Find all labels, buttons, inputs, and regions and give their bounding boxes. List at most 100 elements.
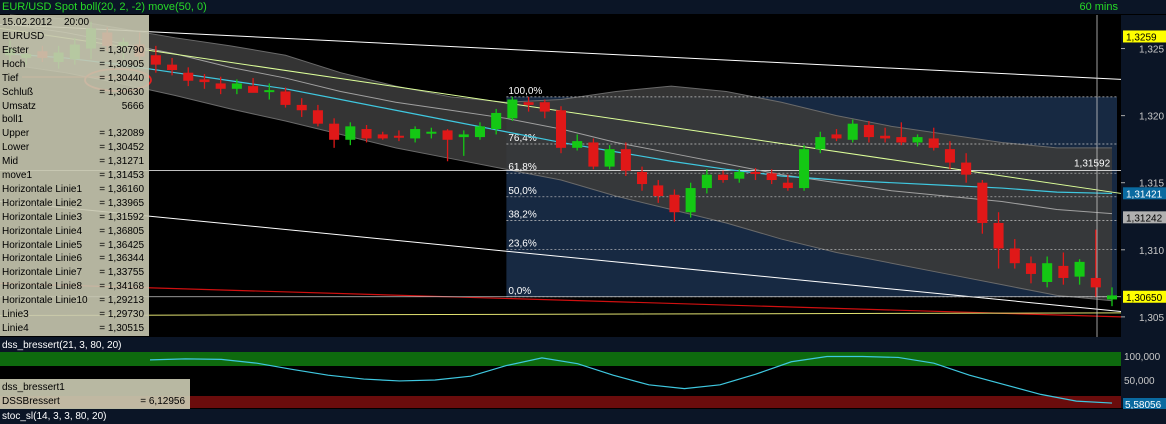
candle-body — [782, 182, 793, 189]
info-row-value: = 1,36160 — [99, 183, 144, 195]
candle-body — [231, 83, 242, 89]
info-row-label: Linie4 — [2, 322, 29, 334]
info-row: Linie4 = 1,30515 — [2, 322, 147, 335]
info-row: EURUSD — [2, 30, 147, 43]
info-date: 15.02.2012 — [2, 17, 53, 28]
dss-axis-label: 50,000 — [1124, 376, 1155, 387]
candle-body — [734, 171, 745, 179]
y-axis-tick-label: 1,325 — [1139, 45, 1164, 56]
info-row-value: = 1,33755 — [99, 267, 144, 279]
candle-body — [620, 149, 631, 171]
info-row-value: = 1,30905 — [99, 58, 144, 70]
candle-body — [150, 55, 161, 65]
candle-body — [1106, 295, 1118, 300]
candle-body — [410, 129, 421, 139]
candle-body — [442, 130, 453, 140]
fibonacci-level-label: 61,8% — [508, 162, 536, 173]
info-row: Horizontale Linie6 = 1,36344 — [2, 252, 147, 265]
candle-body — [199, 79, 210, 83]
info-row-label: Horizontale Linie6 — [2, 253, 83, 265]
candle-body — [377, 134, 388, 139]
info-row-label: Linie3 — [2, 309, 29, 320]
dss-box-label: DSSBressert — [2, 396, 60, 407]
candle-body — [523, 102, 534, 105]
candle-body — [280, 91, 291, 105]
candle-body — [1058, 265, 1069, 278]
info-row-label: Horizontale Linie10 — [2, 295, 88, 307]
dss-title: dss_bressert(21, 3, 80, 20) — [2, 340, 122, 351]
candle-body — [669, 194, 680, 213]
candle-body — [507, 99, 518, 119]
info-row: Horizontale Linie1 = 1,36160 — [2, 183, 147, 196]
info-row-value: = 1,31592 — [99, 211, 144, 223]
candle-body — [961, 162, 972, 175]
info-row-label: Horizontale Linie5 — [2, 239, 83, 251]
stoc-title: stoc_sl(14, 3, 3, 80, 20) — [2, 411, 107, 422]
fibonacci-level-label: 100,0% — [508, 86, 542, 97]
info-row-label: Horizontale Linie8 — [2, 281, 83, 293]
info-row-label: Horizontale Linie2 — [2, 197, 83, 209]
info-row-label: Hoch — [2, 58, 26, 70]
y-axis-tick-label: 1,310 — [1139, 246, 1164, 257]
candle-body — [1042, 263, 1053, 282]
info-row-label: Umsatz — [2, 100, 36, 112]
dss-box-row: DSSBressert = 6,12956 — [2, 395, 188, 408]
candle-body — [215, 83, 226, 89]
candle-body — [637, 171, 648, 185]
info-row-label: Horizontale Linie4 — [2, 225, 83, 237]
fibonacci-level-label: 38,2% — [508, 209, 536, 220]
y-axis-tick-label: 1,320 — [1139, 112, 1164, 123]
candle-body — [977, 182, 988, 223]
candle-body — [685, 188, 696, 213]
candle-body — [345, 126, 356, 140]
info-row: Lower = 1,30452 — [2, 141, 147, 154]
info-row-label: Horizontale Linie1 — [2, 183, 83, 195]
dss-title-bar — [0, 337, 1166, 352]
candle-body — [588, 142, 599, 167]
candle-body — [815, 137, 826, 150]
candle-body — [312, 110, 323, 124]
candle-body — [264, 90, 275, 93]
fibonacci-level-label: 0,0% — [508, 286, 531, 297]
candle-body — [248, 86, 259, 93]
candle-body — [718, 174, 729, 181]
info-row-value: = 1,30515 — [99, 322, 144, 334]
info-row: Hoch = 1,30905 — [2, 58, 147, 71]
candle-body — [896, 137, 907, 143]
info-row-label: Mid — [2, 156, 19, 168]
candle-body — [604, 149, 615, 167]
info-row-label: Horizontale Linie3 — [2, 211, 83, 223]
info-row-value: = 1,30790 — [99, 44, 144, 56]
fibonacci-level-label: 50,0% — [508, 186, 536, 197]
info-row-label: Upper — [2, 128, 30, 140]
dss-box-title-text: dss_bressert1 — [2, 382, 65, 393]
info-row-value: = 1,34168 — [99, 281, 144, 293]
info-row-label: Tief — [2, 72, 19, 84]
info-row-value: = 1,30440 — [99, 72, 144, 84]
info-row-value: = 1,36805 — [99, 225, 144, 237]
info-row-value: = 1,36344 — [99, 253, 144, 265]
horizontal-line-label: 1,31592 — [1074, 158, 1111, 169]
candle-body — [458, 134, 469, 138]
info-row: Schluß = 1,30630 — [2, 86, 147, 99]
candle-body — [329, 123, 340, 140]
info-panel: 15.02.2012 20:00 EURUSD Erster = 1,30790 Ho… — [0, 15, 149, 336]
info-row-value: = 1,32089 — [99, 128, 144, 140]
info-row-label: EURUSD — [2, 31, 45, 42]
info-row: Horizontale Linie10 = 1,29213 — [2, 294, 147, 307]
candle-body — [555, 110, 567, 148]
candle-body — [847, 123, 858, 140]
candle-body — [491, 112, 502, 130]
info-row: Horizontale Linie5 = 1,36425 — [2, 239, 147, 252]
candle-body — [426, 131, 437, 134]
candle-body — [1090, 277, 1101, 288]
info-row: Horizontale Linie8 = 1,34168 — [2, 280, 147, 293]
candle-body — [701, 174, 712, 189]
price-chart[interactable]: 100,0%76,4%61,8%50,0%38,2%23,6%0,0%1,315… — [0, 0, 1166, 424]
info-row: Horizontale Linie3 = 1,31592 — [2, 211, 147, 224]
info-row-value: = 1,30630 — [99, 86, 144, 98]
candle-body — [296, 104, 307, 111]
info-row-value: = 1,31271 — [99, 156, 144, 168]
price-tag-label: 1,31421 — [1126, 189, 1163, 200]
price-tag-label: 1,31242 — [1126, 213, 1163, 224]
